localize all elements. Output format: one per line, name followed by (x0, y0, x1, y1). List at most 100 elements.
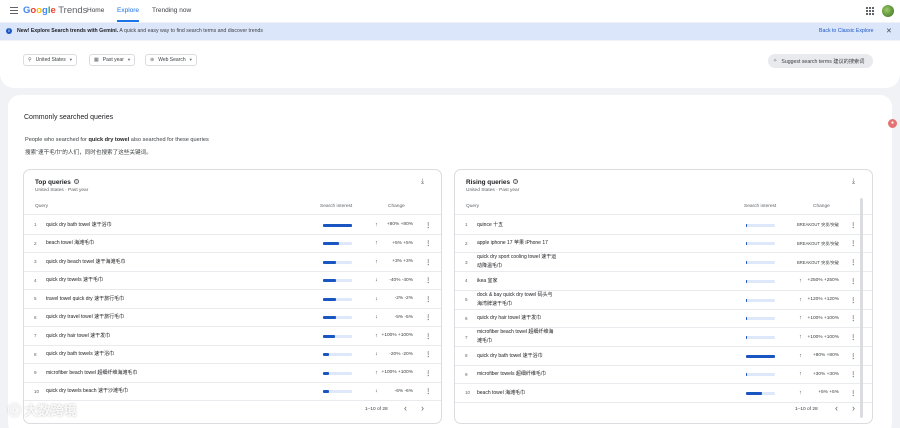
query-text[interactable]: quick dry towels 速干毛巾 (46, 276, 103, 285)
rising-queries-card: Rising queries? United States · Past yea… (454, 169, 873, 424)
table-row[interactable]: 9 microfiber beach towel 超细纤维海滩毛巾 ↑ +100% +… (24, 364, 441, 383)
trends-logo-text: Trends (58, 5, 88, 16)
close-icon[interactable]: ✕ (886, 27, 892, 35)
more-options-icon[interactable]: ⋮ (425, 313, 432, 321)
scrollbar[interactable] (860, 198, 863, 418)
main-menu-icon[interactable] (10, 7, 18, 14)
query-text[interactable]: travel towel quick dry 速干旅行毛巾 (46, 295, 124, 304)
download-icon[interactable]: ⤓ (421, 178, 424, 186)
search-interest-fill (323, 297, 337, 301)
row-index: 4 (465, 278, 468, 284)
table-row[interactable]: 5 travel towel quick dry 速干旅行毛巾 ↓ -2% -2% ⋮ (24, 290, 441, 309)
section-title: Commonly searched queries (24, 114, 114, 121)
search-interest-fill (323, 223, 352, 227)
query-text[interactable]: quick dry bath towel 速干浴巾 (46, 221, 112, 230)
table-row[interactable]: 5 dock & bay quick dry towel 码头与海湾牌速干毛巾 ↑ +… (455, 291, 872, 310)
more-options-icon[interactable]: ⋮ (850, 352, 857, 360)
query-text[interactable]: quick dry hair towel 速干发巾 (46, 332, 110, 341)
col-search-interest[interactable]: Search interest (744, 204, 776, 209)
nav-home[interactable]: Home (87, 0, 104, 22)
table-row[interactable]: 8 quick dry bath towel 速干浴巾 ↑ +80% +80% ⋮ (455, 347, 872, 366)
suggest-search-terms-button[interactable]: ✧ Suggest search terms 建议的搜索词 (768, 54, 873, 68)
search-interest-bar (323, 353, 352, 357)
more-options-icon[interactable]: ⋮ (425, 369, 432, 377)
more-options-icon[interactable]: ⋮ (850, 370, 857, 378)
more-options-icon[interactable]: ⋮ (850, 258, 857, 266)
more-options-icon[interactable]: ⋮ (850, 277, 857, 285)
query-text[interactable]: ikea 宜家 (477, 277, 498, 286)
table-row[interactable]: 4 quick dry towels 速干毛巾 ↓ -40% -40% ⋮ (24, 272, 441, 290)
col-change[interactable]: Change (388, 204, 405, 209)
table-row[interactable]: 3 quick dry beach towel 速干海滩毛巾 ↑ +3% +3% ⋮ (24, 253, 441, 272)
help-icon[interactable]: ? (73, 179, 79, 184)
query-text[interactable]: quick dry towels beach 速干沙滩毛巾 (46, 387, 128, 396)
query-text[interactable]: dock & bay quick dry towel 码头与海湾牌速干毛巾 (477, 291, 557, 309)
more-options-icon[interactable]: ⋮ (425, 221, 432, 229)
more-options-icon[interactable]: ⋮ (850, 314, 857, 322)
query-text[interactable]: quick dry bath towel 速干浴巾 (477, 352, 543, 361)
more-options-icon[interactable]: ⋮ (425, 387, 432, 395)
more-options-icon[interactable]: ⋮ (850, 389, 857, 397)
search-type-select[interactable]: ⊕ Web Search ▾ (145, 54, 197, 66)
change-value: +5% +5% (818, 390, 839, 396)
help-icon[interactable]: ? (513, 179, 519, 184)
back-to-classic-link[interactable]: Back to Classic Explore (819, 28, 874, 34)
col-change[interactable]: Change (813, 204, 830, 209)
table-row[interactable]: 4 ikea 宜家 ↑ +250% +250% ⋮ (455, 272, 872, 291)
more-options-icon[interactable]: ⋮ (850, 239, 857, 247)
apps-grid-icon[interactable] (866, 7, 874, 15)
query-text[interactable]: quick dry beach towel 速干海滩毛巾 (46, 258, 125, 267)
table-row[interactable]: 7 microfiber beach towel 超细纤维海滩毛巾 ↑ +100% +… (455, 328, 872, 347)
section-description-translation: 搜索“速干毛巾”的人们，同时也搜索了这些关键词。 (25, 150, 152, 156)
query-text[interactable]: quick dry bath towels 速干浴巾 (46, 350, 114, 359)
next-page-icon[interactable]: › (852, 403, 855, 413)
query-text[interactable]: beach towel 海滩毛巾 (46, 239, 94, 248)
next-page-icon[interactable]: › (421, 403, 424, 413)
query-text[interactable]: quick dry hair towel 速干发巾 (477, 314, 541, 323)
more-options-icon[interactable]: ⋮ (425, 295, 432, 303)
download-icon[interactable]: ⤓ (852, 178, 855, 186)
query-text[interactable]: quick dry travel towel 速干旅行毛巾 (46, 313, 124, 322)
table-row[interactable]: 8 quick dry bath towels 速干浴巾 ↓ -20% -20% ⋮ (24, 346, 441, 364)
table-row[interactable]: 1 quick dry bath towel 速干浴巾 ↑ +80% +80% ⋮ (24, 216, 441, 235)
col-search-interest[interactable]: Search interest (320, 204, 352, 209)
side-extension-icon[interactable]: ● (888, 119, 897, 128)
table-row[interactable]: 7 quick dry hair towel 速干发巾 ↑ +100% +100% ⋮ (24, 327, 441, 346)
table-row[interactable]: 6 quick dry travel towel 速干旅行毛巾 ↓ -5% -5% ⋮ (24, 309, 441, 327)
query-text[interactable]: quick dry sport cooling towel 速干运动降温毛巾 (477, 253, 557, 271)
filter-bar (0, 41, 900, 88)
nav-trending-now[interactable]: Trending now (152, 0, 191, 22)
table-row[interactable]: 9 microfiber towels 超细纤维毛巾 ↑ +30% +30% ⋮ (455, 366, 872, 384)
period-select[interactable]: ▦ Past year ▾ (89, 54, 136, 66)
row-index: 6 (34, 314, 37, 320)
more-options-icon[interactable]: ⋮ (425, 332, 432, 340)
query-text[interactable]: beach towel 海滩毛巾 (477, 389, 525, 398)
table-row[interactable]: 6 quick dry hair towel 速干发巾 ↑ +100% +100% ⋮ (455, 310, 872, 328)
google-trends-logo[interactable]: Google Trends (23, 5, 87, 16)
prev-page-icon[interactable]: ‹ (404, 403, 407, 413)
more-options-icon[interactable]: ⋮ (425, 276, 432, 284)
query-text[interactable]: quince 十五 (477, 221, 503, 230)
prev-page-icon[interactable]: ‹ (835, 403, 838, 413)
more-options-icon[interactable]: ⋮ (425, 239, 432, 247)
query-text[interactable]: apple iphone 17 苹果 iPhone 17 (477, 239, 548, 248)
query-text[interactable]: microfiber beach towel 超细纤维海滩毛巾 (477, 328, 557, 346)
more-options-icon[interactable]: ⋮ (850, 221, 857, 229)
avatar[interactable] (882, 5, 894, 17)
change-value: BREAKOUT 突发/突破 (796, 222, 839, 228)
more-options-icon[interactable]: ⋮ (850, 333, 857, 341)
table-row[interactable]: 10 quick dry towels beach 速干沙滩毛巾 ↓ -6% -6% ⋮ (24, 383, 441, 401)
nav-explore[interactable]: Explore (117, 0, 140, 22)
table-row[interactable]: 2 apple iphone 17 苹果 iPhone 17 BREAKOUT 突发… (455, 235, 872, 253)
region-select[interactable]: ⚲ United States ▾ (23, 54, 77, 66)
more-options-icon[interactable]: ⋮ (425, 258, 432, 266)
query-text[interactable]: microfiber beach towel 超细纤维海滩毛巾 (46, 369, 137, 378)
query-text[interactable]: microfiber towels 超细纤维毛巾 (477, 370, 546, 379)
table-row[interactable]: 10 beach towel 海滩毛巾 ↑ +5% +5% ⋮ (455, 384, 872, 403)
row-index: 9 (465, 371, 468, 377)
more-options-icon[interactable]: ⋮ (425, 350, 432, 358)
table-row[interactable]: 3 quick dry sport cooling towel 速干运动降温毛巾 B… (455, 253, 872, 272)
more-options-icon[interactable]: ⋮ (850, 296, 857, 304)
table-row[interactable]: 2 beach towel 海滩毛巾 ↑ +5% +5% ⋮ (24, 235, 441, 253)
table-row[interactable]: 1 quince 十五 BREAKOUT 突发/突破 ⋮ (455, 216, 872, 235)
